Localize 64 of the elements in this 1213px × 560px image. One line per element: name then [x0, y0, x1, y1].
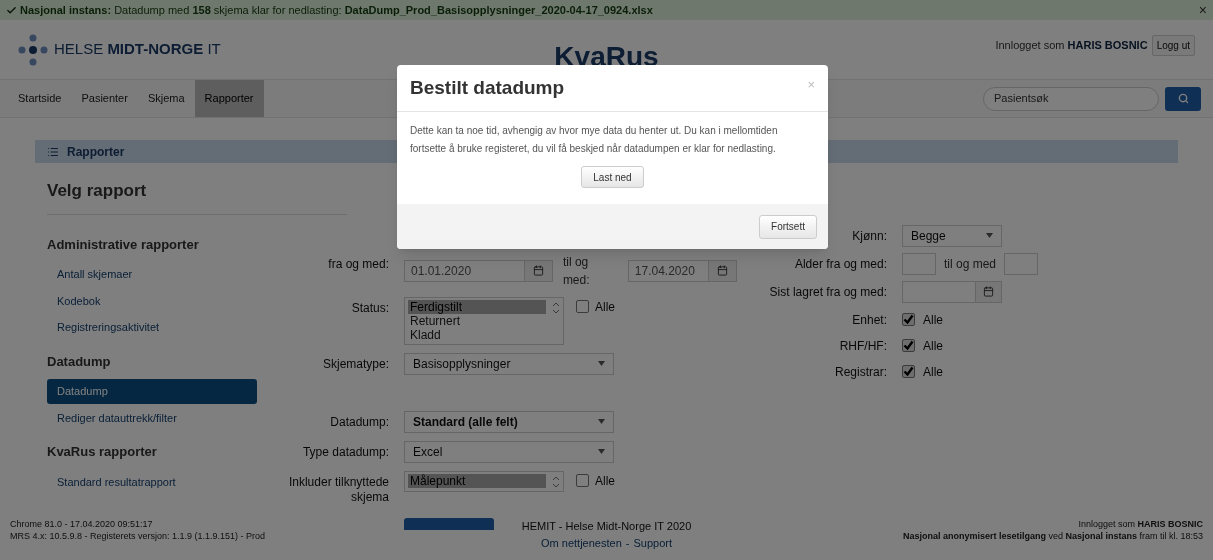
checkbox-label: Alle — [595, 472, 615, 490]
sidebar-link[interactable]: Standard resultatrapport — [47, 469, 257, 494]
field-label: Sist lagret fra og med: — [769, 284, 887, 299]
field-label: Type datadump: — [302, 444, 389, 459]
footer-separator: - — [625, 535, 630, 551]
download-button[interactable]: Last ned — [581, 166, 644, 188]
list-option[interactable]: Returnert — [408, 313, 546, 328]
modal-title: Bestilt datadump — [410, 75, 565, 100]
field-label: Registrar: — [835, 364, 887, 379]
section-heading: Datadump — [47, 352, 112, 371]
field-label: Kjønn: — [852, 228, 887, 243]
section-heading: Administrative rapporter — [47, 235, 200, 254]
field-label: Status: — [351, 300, 389, 315]
nav-tab[interactable]: Startside — [8, 80, 72, 117]
nav-tab[interactable]: Pasienter — [71, 80, 138, 117]
footer-link[interactable]: Support — [633, 534, 672, 551]
sidebar-link[interactable]: Datadump — [47, 379, 257, 404]
date-field[interactable]: 01.01.2020 — [404, 259, 553, 282]
modal-message: Dette kan ta noe tid, avhengig av hvor mye data du henter ut. Du kan i mellomtiden fortsette å bruke registeret, du vil få beskjed når datadumpen er klar for nedlasting. — [410, 124, 779, 156]
search-field[interactable]: Pasientsøk — [983, 86, 1159, 111]
field-label: til og med: — [562, 253, 591, 289]
sidebar-link[interactable]: Kodebok — [47, 288, 257, 313]
panel-title: Rapporter — [67, 143, 125, 161]
footer-text: Chrome 81.0 - 17.04.2020 09:51:17 — [10, 518, 154, 530]
footer-link[interactable]: Om nettjenesten — [541, 534, 622, 551]
logout-button[interactable]: Logg ut — [1151, 35, 1195, 56]
select-field[interactable]: Basisopplysninger — [404, 352, 614, 375]
sidebar-link[interactable]: Registreringsaktivitet — [47, 315, 257, 340]
nav-tab[interactable]: Rapporter — [194, 80, 264, 117]
footer-text: Nasjonal anonymisert lesetilgang ved Nasjonal instans fram til kl. 18:53 — [902, 530, 1203, 542]
checkbox-label: Alle — [923, 311, 943, 329]
footer-copyright: HEMIT - Helse Midt-Norge IT 2020 — [521, 519, 692, 534]
field-label: RHF/HF: — [839, 338, 887, 353]
list-box[interactable]: Målepunkt — [404, 470, 564, 492]
footer-text: MRS 4.x: 10.5.9.8 - Registerets versjon: 1.1.9 (1.1.9.151) - Prod — [10, 530, 267, 542]
field-label: Inkluder tilknyttede skjema — [288, 474, 389, 504]
section-heading: KvaRus rapporter — [47, 443, 158, 461]
field-label: fra og med: — [328, 256, 389, 271]
footer-text: Innlogget som HARIS BOSNIC — [1078, 518, 1203, 530]
field-label: Skjematype: — [322, 356, 389, 371]
date-field[interactable]: 17.04.2020 — [627, 259, 737, 282]
checkbox-label: Alle — [923, 363, 943, 381]
close-button[interactable]: × — [1198, 3, 1207, 17]
field-label: til og med — [944, 255, 997, 273]
list-box[interactable]: Ferdigstilt Returnert Kladd — [404, 296, 564, 345]
select-field[interactable]: Excel — [404, 440, 614, 463]
sidebar-link[interactable]: Antall skjemaer — [47, 262, 257, 287]
list-option[interactable]: Målepunkt — [408, 473, 546, 488]
sidebar-link[interactable]: Rediger datauttrekk/filter — [47, 405, 257, 430]
logo-text: HELSE MIDT-NORGE IT — [54, 39, 221, 60]
checkbox-label: Alle — [595, 298, 615, 316]
list-option[interactable]: Ferdigstilt — [408, 299, 546, 314]
select-field[interactable]: Begge — [902, 224, 1002, 247]
notice-text: Nasjonal instans: Datadump med 158 skjema klar for nedlasting: DataDump_Prod_Basisopplysninger_2020-04-17_0924.xlsx — [20, 2, 653, 18]
field-label: Enhet: — [852, 312, 887, 327]
field-label: Alder fra og med: — [794, 256, 887, 271]
user-info: Innlogget som HARIS BOSNIC — [995, 38, 1148, 54]
list-option[interactable]: Kladd — [408, 327, 546, 342]
field-label: Datadump: — [330, 414, 389, 429]
continue-button[interactable]: Fortsett — [759, 214, 817, 239]
nav-tab[interactable]: Skjema — [137, 80, 195, 117]
select-field[interactable]: Standard (alle felt) — [404, 410, 614, 433]
page-heading: Velg rapport — [47, 181, 147, 200]
checkbox-label: Alle — [923, 337, 943, 355]
